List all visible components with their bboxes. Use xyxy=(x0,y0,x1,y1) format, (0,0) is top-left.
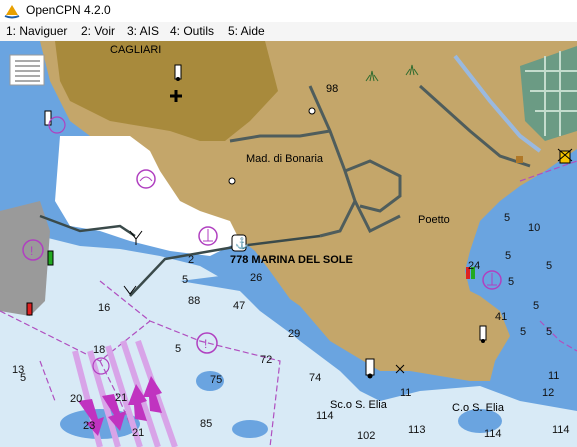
landmark-icon xyxy=(516,156,523,163)
chart-canvas[interactable]: ! ! ⚓ CAGLIARI Mad. di Bonaria Poetto 77… xyxy=(0,41,577,447)
sounding: 2 xyxy=(188,254,194,266)
light-icon[interactable] xyxy=(557,148,573,164)
opencpn-app-icon xyxy=(4,5,20,19)
lighthouse-icon[interactable] xyxy=(479,325,487,343)
sounding: 24 xyxy=(468,260,480,272)
svg-text:⚓: ⚓ xyxy=(235,237,249,250)
nautical-chart[interactable]: ! ! ⚓ CAGLIARI Mad. di Bonaria Poetto 77… xyxy=(0,41,577,447)
svg-text:!: ! xyxy=(30,244,33,258)
spot-marker xyxy=(308,107,316,115)
shallow-patch xyxy=(232,420,268,438)
sounding: 29 xyxy=(288,328,300,340)
sounding: 5 xyxy=(533,300,539,312)
svg-text:!: ! xyxy=(204,337,207,351)
menu-naviguer[interactable]: 1: Naviguer xyxy=(3,24,70,38)
label-bonaria: Mad. di Bonaria xyxy=(246,153,324,165)
sounding: 113 xyxy=(408,424,426,436)
window-title: OpenCPN 4.2.0 xyxy=(26,3,111,17)
sounding: 5 xyxy=(508,276,514,288)
sounding: 16 xyxy=(98,302,110,314)
sounding: 5 xyxy=(504,212,510,224)
buoy-icon[interactable] xyxy=(47,250,54,266)
anchor-icon[interactable]: ⚓ xyxy=(231,234,249,252)
sounding: 5 xyxy=(546,326,552,338)
label-c-elia: C.o S. Elia xyxy=(452,402,505,414)
title-bar: OpenCPN 4.2.0 xyxy=(0,0,577,23)
label-poetto: Poetto xyxy=(418,214,450,226)
label-sc-elia: Sc.o S. Elia xyxy=(330,399,388,411)
buoy-icon[interactable] xyxy=(26,302,33,316)
lighthouse-icon[interactable] xyxy=(44,110,52,126)
sounding: 21 xyxy=(132,427,144,439)
sounding: 26 xyxy=(250,272,262,284)
sounding: 12 xyxy=(542,387,554,399)
menu-voir[interactable]: 2: Voir xyxy=(78,24,118,38)
sounding: 11 xyxy=(400,387,411,399)
sounding: 41 xyxy=(495,311,507,323)
sounding: 11 xyxy=(548,370,559,382)
sounding: 74 xyxy=(309,372,321,384)
label-marina: 778 MARINA DEL SOLE xyxy=(230,254,353,266)
spot-marker xyxy=(228,177,236,185)
menu-ais[interactable]: 3: AIS xyxy=(124,24,162,38)
sounding: 85 xyxy=(200,418,212,430)
sounding: 20 xyxy=(70,393,82,405)
sounding: 47 xyxy=(233,300,245,312)
sounding: 114 xyxy=(316,410,334,422)
chart-options-icon[interactable] xyxy=(9,54,45,86)
sounding: 5 xyxy=(20,372,26,384)
menu-aide[interactable]: 5: Aide xyxy=(225,24,268,38)
sounding: 5 xyxy=(505,250,511,262)
sounding: 102 xyxy=(357,430,375,442)
label-cagliari: CAGLIARI xyxy=(110,44,161,56)
sounding: 75 xyxy=(210,374,222,386)
sounding: 5 xyxy=(182,274,188,286)
sounding: 114 xyxy=(484,428,502,440)
sounding: 5 xyxy=(546,260,552,272)
sounding: 10 xyxy=(528,222,540,234)
sounding: 72 xyxy=(260,354,272,366)
menu-bar: 1: Naviguer 2: Voir 3: AIS 4: Outils 5: … xyxy=(0,22,577,42)
sounding: 18 xyxy=(93,344,105,356)
sounding: 114 xyxy=(552,424,570,436)
sounding: 88 xyxy=(188,295,200,307)
menu-outils[interactable]: 4: Outils xyxy=(167,24,217,38)
sounding: 23 xyxy=(83,420,95,432)
sounding: 5 xyxy=(520,326,526,338)
sounding: 21 xyxy=(115,392,127,404)
label-spot-98: 98 xyxy=(326,83,338,95)
lighthouse-icon[interactable] xyxy=(174,64,182,81)
sounding: 5 xyxy=(175,343,181,355)
